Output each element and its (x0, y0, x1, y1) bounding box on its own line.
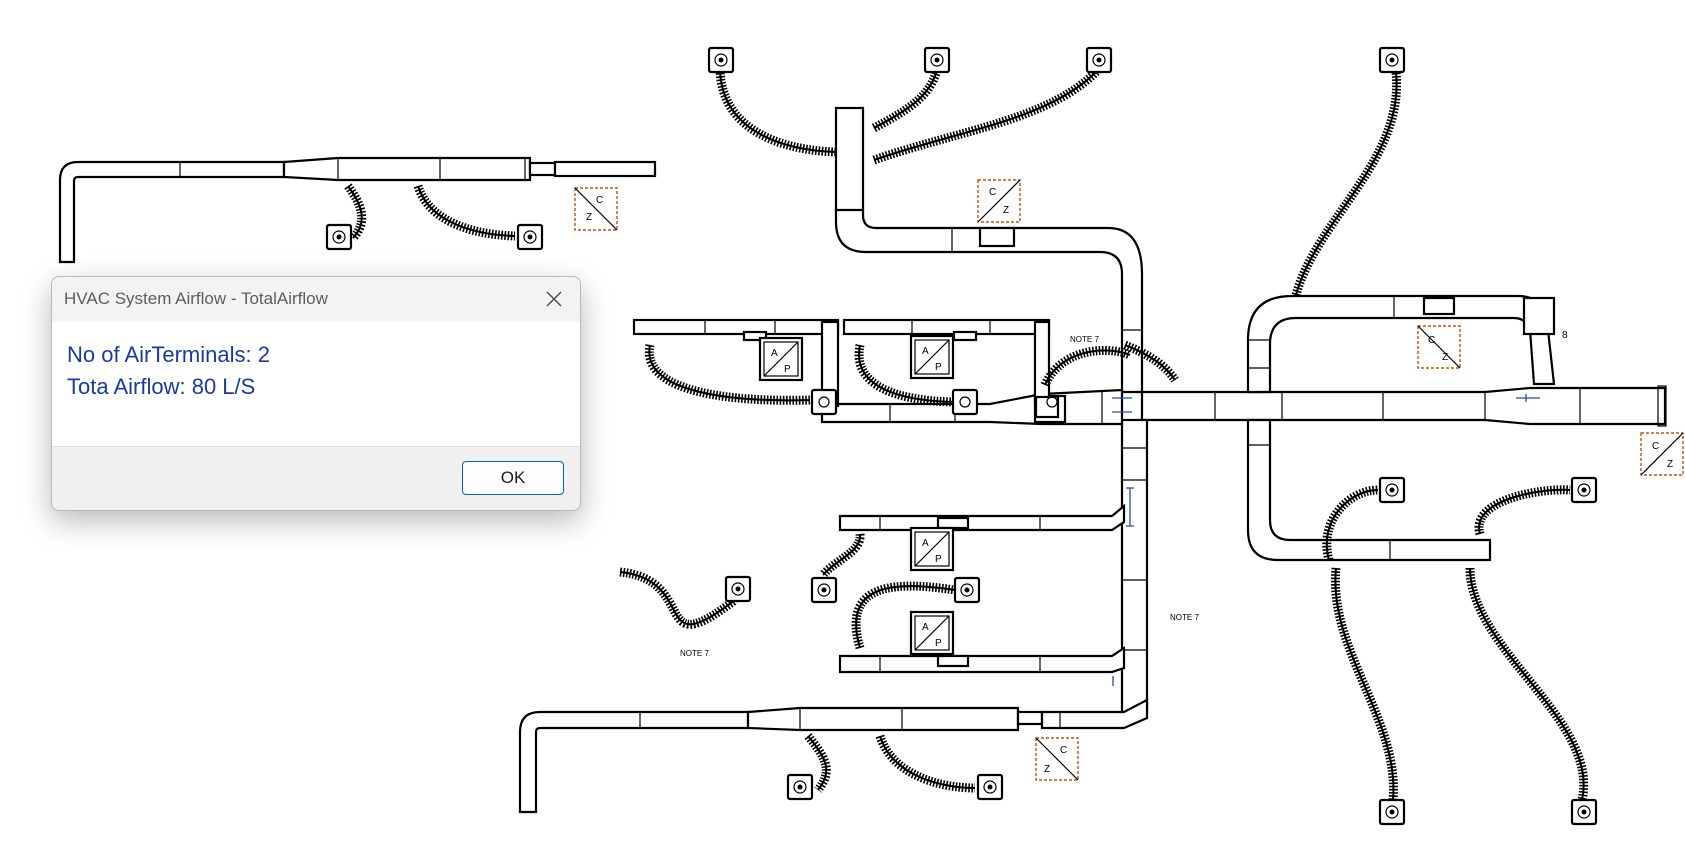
note-label-3: NOTE 7 (1170, 613, 1199, 622)
zone-tag-2-top: C (989, 187, 996, 198)
note-label-1: NOTE 7 (1070, 335, 1099, 344)
diffuser-bottom-1 (786, 773, 814, 801)
airflow-dialog: HVAC System Airflow - TotalAirflow No of… (51, 276, 581, 511)
diffuser-top-left-2 (516, 223, 544, 251)
zone-tag-3-bottom: Z (1442, 352, 1448, 363)
dialog-title: HVAC System Airflow - TotalAirflow (64, 289, 328, 308)
duct-run-lower-middle: NOTE 7 NOTE 7 (619, 503, 1199, 674)
unit-tag-4: A P (909, 610, 955, 656)
unit-tag-2-bottom: P (935, 362, 942, 373)
diffuser-bottom-2 (976, 773, 1004, 801)
dialog-close-button[interactable] (534, 281, 574, 317)
zone-tag-2: C Z (977, 179, 1021, 223)
unit-tag-4-bottom: P (935, 638, 942, 649)
diffuser-lower-3 (724, 575, 752, 603)
zone-tag-1-top: C (596, 195, 603, 206)
note-label-2: NOTE 7 (680, 649, 709, 658)
close-icon (546, 291, 562, 307)
zone-tag-4: C Z (1640, 432, 1684, 476)
diffuser-top-2 (923, 46, 951, 74)
unit-tag-2: A P (909, 334, 955, 380)
unit-tag-2-top: A (922, 346, 929, 357)
duct-run-ahu-row: NOTE 7 (632, 318, 1179, 426)
zone-tag-5-bottom: Z (1044, 764, 1050, 775)
diffuser-lower-1 (810, 576, 838, 604)
unit-tag-3-top: A (922, 538, 929, 549)
unit-tag-4-top: A (922, 622, 929, 633)
total-airflow-text: Tota Airflow: 80 L/S (67, 374, 256, 399)
diffuser-top-left-1 (325, 223, 353, 251)
zone-tag-3: C Z (1417, 325, 1461, 369)
dialog-body: No of AirTerminals: 2 Tota Airflow: 80 L… (52, 321, 580, 465)
diffuser-right-mid-2 (1570, 476, 1598, 504)
zone-tag-5: C Z (1035, 737, 1079, 781)
symbol-eight-icon: 8 (1562, 330, 1568, 341)
duct-run-right-loop: 8 (1246, 71, 1589, 801)
zone-tag-1: C Z (574, 187, 618, 231)
ok-button[interactable]: OK (462, 461, 564, 495)
zone-tag-1-bottom: Z (586, 212, 592, 223)
unit-tag-3-bottom: P (935, 554, 942, 565)
diffuser-lower-2 (953, 576, 981, 604)
zone-tag-2-bottom: Z (1003, 205, 1009, 216)
zone-tag-3-top: C (1428, 335, 1435, 346)
dialog-footer: OK (52, 446, 580, 510)
diffuser-top-1 (707, 46, 735, 74)
air-terminal-count-text: No of AirTerminals: 2 (67, 342, 270, 367)
diffuser-right-bottom-1 (1378, 798, 1406, 826)
zone-tag-5-top: C (1060, 745, 1067, 756)
diffuser-top-3 (1085, 46, 1113, 74)
diffuser-right-bottom-2 (1570, 798, 1598, 826)
dialog-titlebar[interactable]: HVAC System Airflow - TotalAirflow (52, 277, 580, 321)
duct-run-top-left (58, 156, 657, 264)
unit-tag-1: A P (758, 336, 804, 382)
zone-tag-4-bottom: Z (1667, 459, 1673, 470)
diffuser-right-top (1378, 46, 1406, 74)
diffuser-right-mid-1 (1378, 476, 1406, 504)
unit-tag-1-top: A (771, 348, 778, 359)
unit-tag-1-bottom: P (784, 364, 791, 375)
zone-tag-4-top: C (1652, 441, 1659, 452)
unit-tag-3: A P (909, 526, 955, 572)
